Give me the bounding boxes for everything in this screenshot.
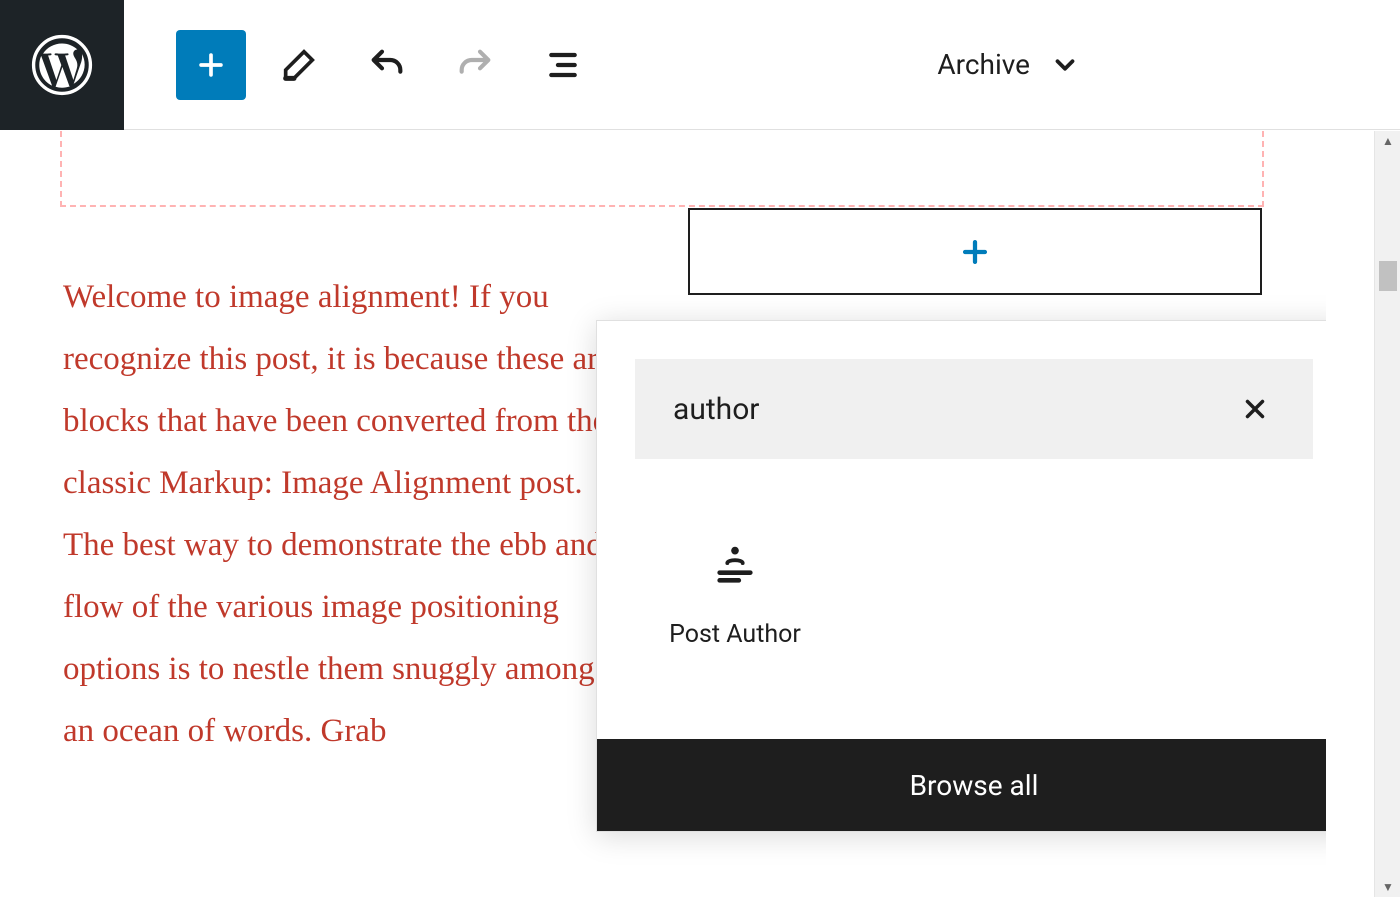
editor-canvas: Welcome to image alignment! If you recog…	[0, 131, 1326, 897]
block-search-results: Post Author	[597, 479, 1326, 739]
redo-button[interactable]	[440, 30, 510, 100]
pencil-icon	[279, 45, 319, 85]
quick-inserter-popover: Post Author Browse all	[596, 320, 1326, 832]
edit-tools-button[interactable]	[264, 30, 334, 100]
undo-icon	[367, 45, 407, 85]
post-content-paragraph[interactable]: Welcome to image alignment! If you recog…	[63, 266, 623, 762]
post-author-icon	[710, 540, 760, 590]
chevron-down-icon	[1050, 50, 1080, 80]
redo-icon	[455, 45, 495, 85]
block-option-label: Post Author	[669, 620, 801, 649]
undo-button[interactable]	[352, 30, 422, 100]
scroll-down-arrow[interactable]: ▼	[1375, 877, 1400, 897]
close-icon	[1240, 394, 1270, 424]
clear-search-button[interactable]	[1235, 389, 1275, 429]
block-option-post-author[interactable]: Post Author	[635, 499, 835, 689]
plus-icon	[194, 48, 228, 82]
document-title-dropdown[interactable]: Archive	[937, 48, 1400, 81]
editor-top-toolbar: Archive	[0, 0, 1400, 130]
template-part-diagonal	[1046, 131, 1266, 211]
browse-all-button[interactable]: Browse all	[597, 739, 1326, 831]
wordpress-logo-icon	[31, 34, 93, 96]
wordpress-logo-button[interactable]	[0, 0, 124, 130]
document-overview-button[interactable]	[528, 30, 598, 100]
browse-all-label: Browse all	[910, 769, 1039, 802]
list-view-icon	[543, 45, 583, 85]
paragraph-text: Welcome to image alignment! If you recog…	[63, 279, 613, 749]
block-search-input[interactable]	[673, 392, 1235, 427]
plus-icon	[958, 235, 992, 269]
scroll-thumb[interactable]	[1379, 261, 1397, 291]
block-appender-button[interactable]	[688, 208, 1262, 295]
toggle-block-inserter-button[interactable]	[176, 30, 246, 100]
scroll-up-arrow[interactable]: ▲	[1375, 131, 1400, 151]
document-title-label: Archive	[937, 48, 1030, 81]
block-search-field[interactable]	[635, 359, 1313, 459]
vertical-scrollbar[interactable]: ▲ ▼	[1374, 131, 1400, 897]
